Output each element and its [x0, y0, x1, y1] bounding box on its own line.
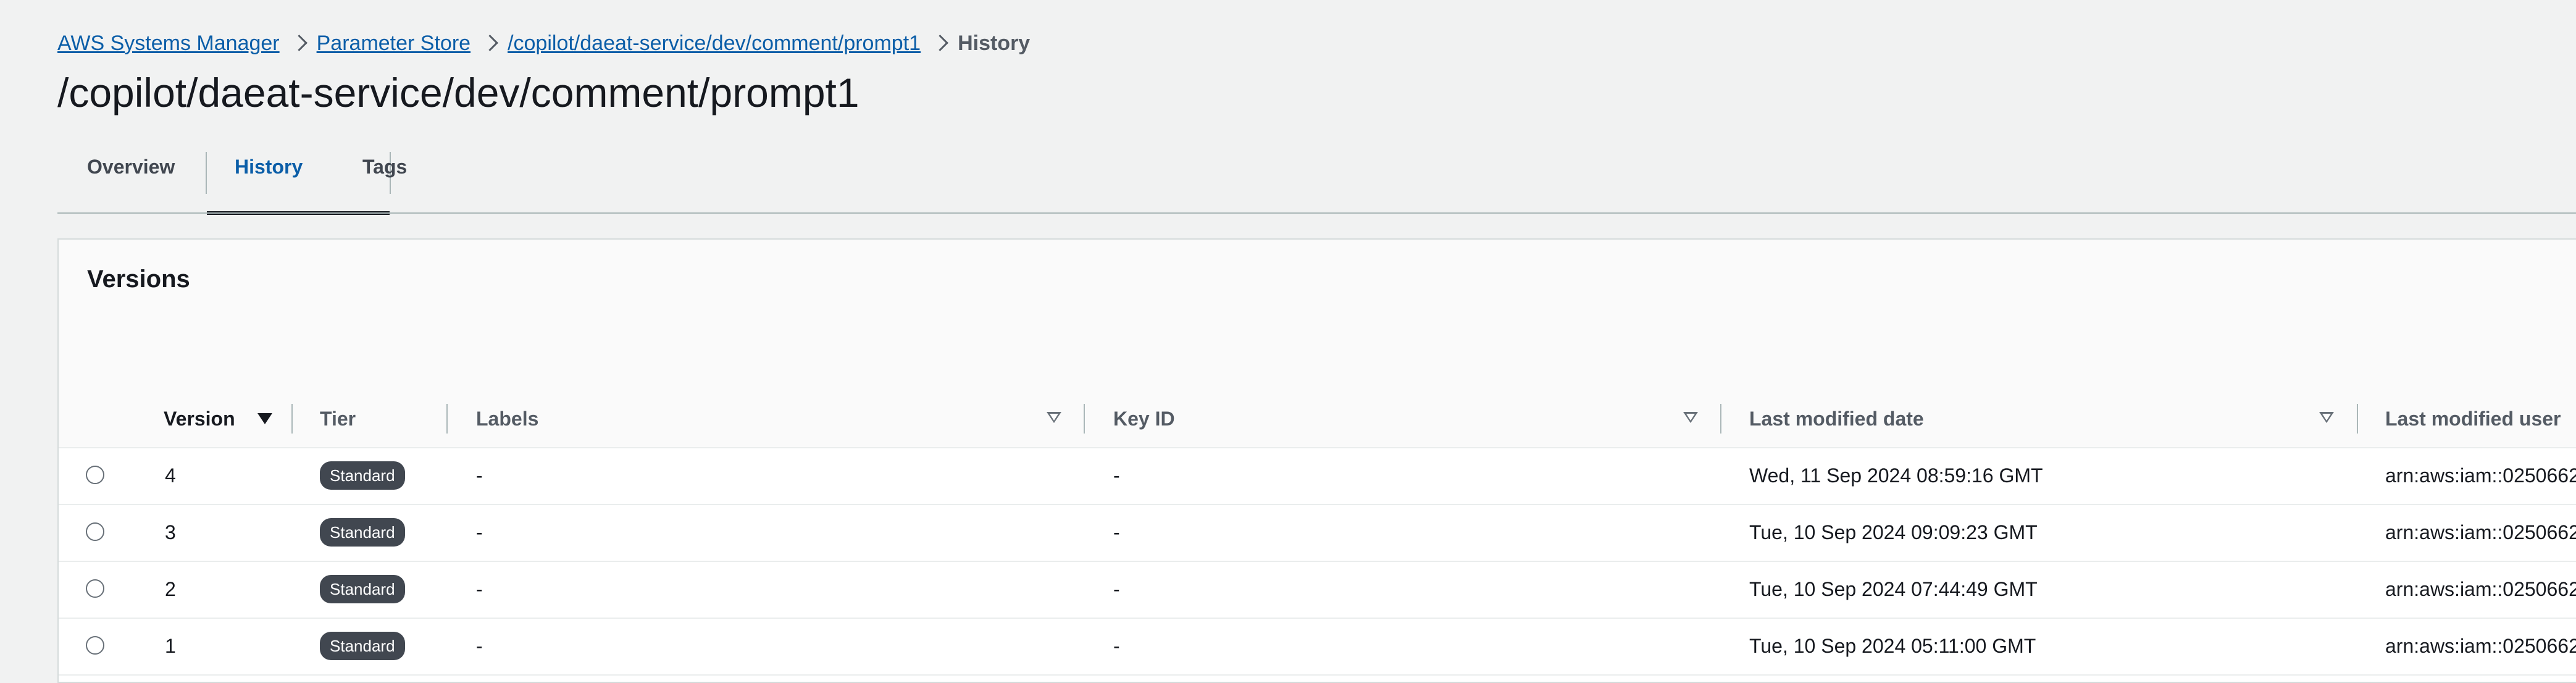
tab-divider	[206, 152, 207, 194]
cell-last-modified-user: arn:aws:iam::02506623	[2385, 521, 2576, 543]
column-header-labels[interactable]: Labels	[476, 390, 538, 447]
cell-labels: -	[476, 464, 483, 487]
cell-labels: -	[476, 521, 483, 543]
column-label-labels: Labels	[476, 407, 539, 430]
tab-tags[interactable]: Tags	[362, 156, 407, 178]
cell-key-id: -	[1113, 634, 1120, 657]
column-header-tier: Tier	[320, 390, 356, 447]
cell-last-modified-user: arn:aws:iam::02506623	[2385, 634, 2576, 657]
cell-tier: Standard	[320, 504, 405, 561]
sort-neutral-icon[interactable]	[2319, 390, 2335, 447]
table-row[interactable]: 4 Standard - - Wed, 11 Sep 2024 08:59:16…	[59, 447, 2576, 505]
cell-tier: Standard	[320, 447, 405, 504]
sort-descending-icon[interactable]	[257, 413, 272, 424]
table-row[interactable]: 3 Standard - - Tue, 10 Sep 2024 09:09:23…	[59, 504, 2576, 562]
row-select-radio[interactable]	[86, 636, 104, 655]
cell-last-modified-date: Tue, 10 Sep 2024 07:44:49 GMT	[1749, 577, 2038, 600]
cell-last-modified-user: arn:aws:iam::02506623	[2385, 577, 2576, 600]
tier-badge: Standard	[320, 518, 405, 547]
cell-version: 4	[165, 464, 176, 487]
table-row[interactable]: 1 Standard - - Tue, 10 Sep 2024 05:11:00…	[59, 618, 2576, 676]
tab-overview[interactable]: Overview	[87, 156, 175, 178]
row-select-radio[interactable]	[86, 466, 104, 484]
cell-last-modified-date: Wed, 11 Sep 2024 08:59:16 GMT	[1749, 464, 2043, 487]
cell-last-modified-date: Tue, 10 Sep 2024 05:11:00 GMT	[1749, 634, 2036, 657]
column-resizer[interactable]	[291, 404, 293, 434]
chevron-right-icon	[470, 30, 508, 57]
row-select-radio[interactable]	[86, 522, 104, 541]
cell-version: 2	[165, 577, 176, 600]
cell-version: 1	[165, 634, 176, 657]
row-select-radio[interactable]	[86, 579, 104, 598]
sort-neutral-icon[interactable]	[1047, 390, 1063, 447]
column-resizer[interactable]	[446, 404, 448, 434]
column-resizer[interactable]	[1720, 404, 1721, 434]
cell-last-modified-date: Tue, 10 Sep 2024 09:09:23 GMT	[1749, 521, 2038, 543]
column-label-tier: Tier	[320, 407, 356, 430]
column-label-last-modified-date: Last modified date	[1749, 407, 1924, 430]
versions-title: Versions	[87, 266, 190, 293]
column-header-key-id[interactable]: Key ID	[1113, 390, 1175, 447]
column-header-version[interactable]: Version	[164, 390, 272, 447]
breadcrumb-parameter[interactable]: /copilot/daeat-service/dev/comment/promp…	[508, 31, 921, 56]
cell-tier: Standard	[320, 561, 405, 618]
versions-panel: Versions Version Tier Labels Key ID Last…	[57, 238, 2576, 683]
cell-key-id: -	[1113, 521, 1120, 543]
breadcrumb-parameter-store[interactable]: Parameter Store	[317, 31, 470, 56]
column-label-key-id: Key ID	[1113, 407, 1175, 430]
versions-panel-header: Versions	[59, 240, 2576, 392]
chevron-right-icon	[921, 30, 958, 57]
column-header-last-modified-date[interactable]: Last modified date	[1749, 390, 1924, 447]
tier-badge: Standard	[320, 575, 405, 603]
tier-badge: Standard	[320, 632, 405, 660]
breadcrumb-current: History	[958, 31, 1031, 55]
page-title: /copilot/daeat-service/dev/comment/promp…	[57, 70, 859, 115]
tab-bar: Overview History Tags	[57, 137, 2576, 215]
tier-badge: Standard	[320, 461, 405, 490]
tab-history[interactable]: History	[235, 156, 303, 178]
breadcrumb-systems-manager[interactable]: AWS Systems Manager	[57, 31, 280, 56]
table-row[interactable]: 2 Standard - - Tue, 10 Sep 2024 07:44:49…	[59, 561, 2576, 619]
cell-labels: -	[476, 634, 483, 657]
sort-neutral-icon[interactable]	[1683, 390, 1699, 447]
breadcrumb: AWS Systems Manager Parameter Store /cop…	[57, 30, 1030, 57]
column-resizer[interactable]	[1084, 404, 1085, 434]
column-resizer[interactable]	[2357, 404, 2358, 434]
cell-tier: Standard	[320, 618, 405, 674]
cell-labels: -	[476, 577, 483, 600]
cell-key-id: -	[1113, 577, 1120, 600]
cell-key-id: -	[1113, 464, 1120, 487]
column-header-last-modified-user[interactable]: Last modified user	[2385, 390, 2561, 447]
cell-last-modified-user: arn:aws:iam::02506623	[2385, 464, 2576, 487]
column-label-last-modified-user: Last modified user	[2385, 407, 2561, 430]
chevron-right-icon	[280, 30, 317, 57]
cell-version: 3	[165, 521, 176, 543]
tabs-underline	[57, 212, 2576, 214]
table-header: Version Tier Labels Key ID Last modified…	[59, 390, 2576, 448]
column-label-version: Version	[164, 407, 235, 430]
